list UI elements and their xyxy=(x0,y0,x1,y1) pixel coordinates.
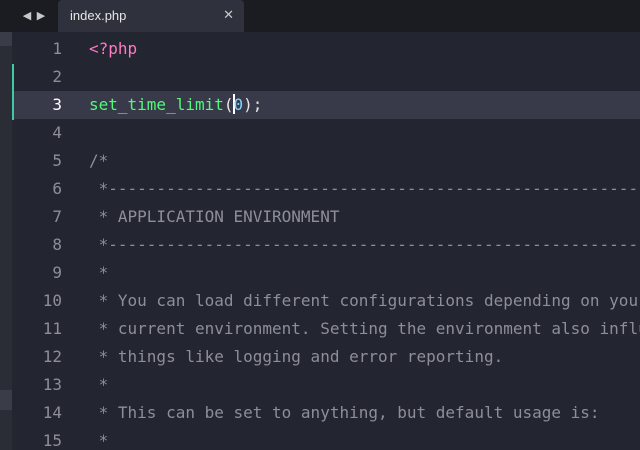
line-number: 3 xyxy=(52,95,62,114)
tab-label: index.php xyxy=(70,8,127,23)
code-token: * things like logging and error reportin… xyxy=(89,347,504,366)
line-number: 13 xyxy=(42,375,62,394)
code-line[interactable]: 14 * This can be set to anything, but de… xyxy=(14,399,640,427)
code-text: * xyxy=(89,259,109,287)
code-text: * current environment. Setting the envir… xyxy=(89,315,640,343)
code-line[interactable]: 7 * APPLICATION ENVIRONMENT xyxy=(14,203,640,231)
code-token: * xyxy=(89,431,109,450)
code-token: * current environment. Setting the envir… xyxy=(89,319,640,338)
code-token: set_time_limit xyxy=(89,95,224,114)
code-text: * xyxy=(89,371,109,399)
line-number: 9 xyxy=(52,263,62,282)
code-line[interactable]: 1 <?php xyxy=(14,35,640,63)
line-number: 7 xyxy=(52,207,62,226)
code-editor[interactable]: 1 <?php 2 3 set_time_limit(0); 4 5 /* 6 *-------… xyxy=(14,34,640,450)
line-number: 14 xyxy=(42,403,62,422)
code-token: 0 xyxy=(233,95,244,114)
code-text: /* xyxy=(89,147,108,175)
code-token: <?php xyxy=(89,39,138,58)
back-arrow-icon[interactable]: ◀ xyxy=(20,6,34,26)
code-line[interactable]: 2 xyxy=(14,63,640,91)
side-panel-edge xyxy=(0,32,12,450)
line-number: 8 xyxy=(52,235,62,254)
code-token: * xyxy=(89,263,109,282)
code-token: * xyxy=(89,375,109,394)
forward-arrow-icon[interactable]: ▶ xyxy=(34,6,48,26)
code-token: * This can be set to anything, but defau… xyxy=(89,403,600,422)
code-text: * xyxy=(89,427,109,450)
code-text: * This can be set to anything, but defau… xyxy=(89,399,600,427)
code-line[interactable]: 3 set_time_limit(0); xyxy=(14,91,640,119)
code-text: * things like logging and error reportin… xyxy=(89,343,504,371)
line-number: 4 xyxy=(52,123,62,142)
code-token: *---------------------------------------… xyxy=(98,179,640,198)
line-number: 11 xyxy=(42,319,62,338)
code-line[interactable]: 15 * xyxy=(14,427,640,450)
code-line[interactable]: 9 * xyxy=(14,259,640,287)
code-text: <?php xyxy=(89,35,137,63)
line-number: 5 xyxy=(52,151,62,170)
code-line[interactable]: 8 *-------------------------------------… xyxy=(14,231,640,259)
code-line[interactable]: 13 * xyxy=(14,371,640,399)
code-text: set_time_limit(0); xyxy=(89,91,262,119)
code-line[interactable]: 12 * things like logging and error repor… xyxy=(14,343,640,371)
code-line[interactable]: 10 * You can load different configuratio… xyxy=(14,287,640,315)
code-line[interactable]: 4 xyxy=(14,119,640,147)
code-token: /* xyxy=(89,151,109,170)
code-token: * APPLICATION ENVIRONMENT xyxy=(89,207,340,226)
code-token: * You can load different configurations … xyxy=(89,291,640,310)
tab-bar: ◀ ▶ index.php ✕ xyxy=(0,0,640,32)
line-number: 12 xyxy=(42,347,62,366)
code-line[interactable]: 6 *-------------------------------------… xyxy=(14,175,640,203)
code-text: * You can load different configurations … xyxy=(89,287,640,315)
line-number: 1 xyxy=(52,39,62,58)
code-token: *---------------------------------------… xyxy=(98,235,640,254)
line-number: 2 xyxy=(52,67,62,86)
line-number: 15 xyxy=(42,431,62,450)
side-panel-marker xyxy=(0,390,12,410)
code-token: ); xyxy=(243,95,263,114)
code-text: *---------------------------------------… xyxy=(89,231,640,259)
code-line[interactable]: 11 * current environment. Setting the en… xyxy=(14,315,640,343)
code-text: *---------------------------------------… xyxy=(89,175,640,203)
line-number: 6 xyxy=(52,179,62,198)
tab-index-php[interactable]: index.php ✕ xyxy=(58,0,244,32)
code-text: * APPLICATION ENVIRONMENT xyxy=(89,203,340,231)
line-number: 10 xyxy=(42,291,62,310)
side-panel-marker xyxy=(0,32,12,46)
code-line[interactable]: 5 /* xyxy=(14,147,640,175)
close-icon[interactable]: ✕ xyxy=(223,0,234,32)
